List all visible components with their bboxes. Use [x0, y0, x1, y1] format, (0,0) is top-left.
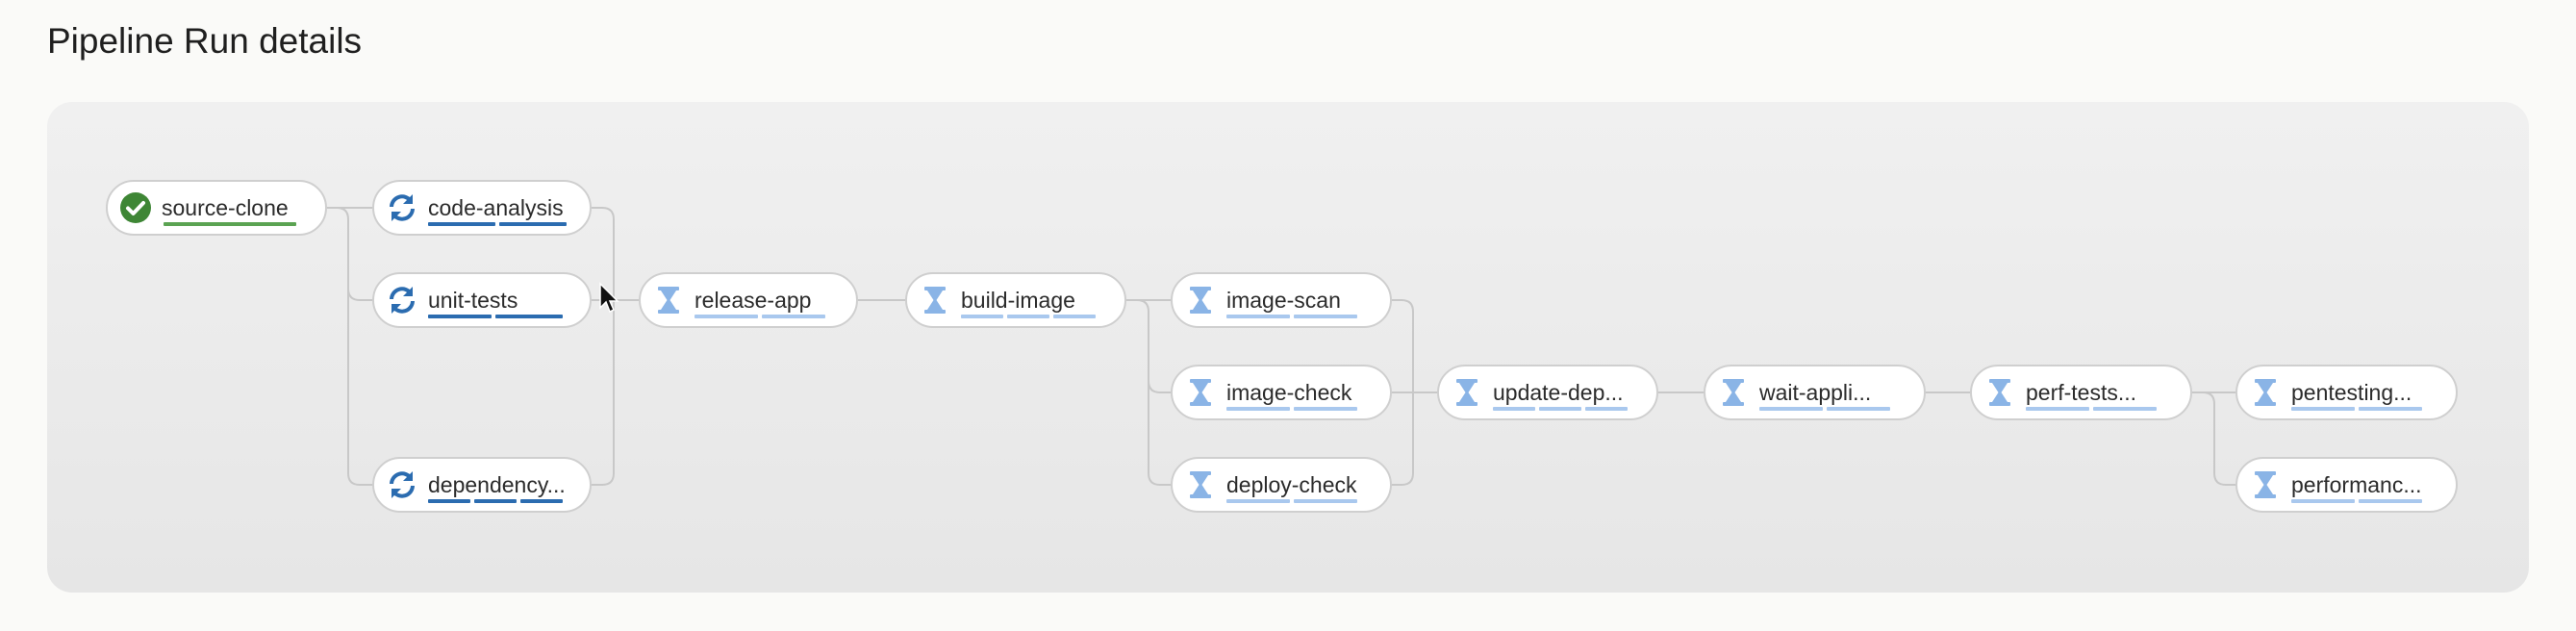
hourglass-icon: [2255, 379, 2276, 406]
progress-bar: [495, 315, 563, 318]
task-label: pentesting...: [2291, 379, 2412, 405]
progress-bar: [1294, 407, 1357, 411]
progress-bar: [1294, 315, 1357, 318]
hourglass-icon: [1723, 379, 1744, 406]
progress-bar: [1539, 407, 1581, 411]
hourglass-icon: [1190, 379, 1211, 406]
progress-bar: [1226, 499, 1290, 503]
task-wait-appli[interactable]: wait-appli...: [1704, 365, 1926, 420]
progress-bar: [695, 315, 758, 318]
progress-bar: [520, 499, 563, 503]
progress-bar: [1759, 407, 1823, 411]
hourglass-icon: [1190, 471, 1211, 498]
progress-bar: [1585, 407, 1628, 411]
sync-icon: [390, 287, 415, 314]
task-unit-tests[interactable]: unit-tests: [372, 272, 592, 328]
check-circle-icon: [120, 192, 151, 223]
hourglass-icon: [658, 287, 679, 314]
task-label: perf-tests...: [2026, 379, 2137, 405]
sync-icon: [390, 471, 415, 498]
progress-bar: [2093, 407, 2157, 411]
task-code-analysis[interactable]: code-analysis: [372, 180, 592, 236]
hourglass-icon: [924, 287, 946, 314]
progress-bar: [2026, 407, 2089, 411]
progress-bar: [762, 315, 825, 318]
progress-bar: [1493, 407, 1535, 411]
progress-bar: [1007, 315, 1049, 318]
task-label: update-dep...: [1493, 379, 1624, 405]
task-update-dep[interactable]: update-dep...: [1437, 365, 1658, 420]
task-source-clone[interactable]: source-clone: [106, 180, 327, 236]
task-label: build-image: [961, 287, 1075, 313]
task-label: image-scan: [1226, 287, 1341, 313]
task-image-check[interactable]: image-check: [1171, 365, 1392, 420]
task-label: performanc...: [2291, 471, 2422, 497]
progress-bar: [2359, 407, 2422, 411]
progress-bar: [428, 315, 492, 318]
task-label: wait-appli...: [1759, 379, 1872, 405]
task-image-scan[interactable]: image-scan: [1171, 272, 1392, 328]
task-label: release-app: [695, 287, 812, 313]
hourglass-icon: [1989, 379, 2010, 406]
task-label: image-check: [1226, 379, 1352, 405]
task-perf-tests[interactable]: perf-tests...: [1970, 365, 2192, 420]
task-release-app[interactable]: release-app: [639, 272, 858, 328]
task-build-image[interactable]: build-image: [905, 272, 1126, 328]
progress-bar: [1226, 407, 1290, 411]
progress-bar: [1053, 315, 1096, 318]
progress-bar: [1294, 499, 1357, 503]
progress-bar: [1827, 407, 1890, 411]
hourglass-icon: [1190, 287, 1211, 314]
hourglass-icon: [2255, 471, 2276, 498]
task-label: deploy-check: [1226, 471, 1357, 497]
task-pentesting[interactable]: pentesting...: [2235, 365, 2458, 420]
task-deploy-check[interactable]: deploy-check: [1171, 457, 1392, 513]
progress-bar: [2291, 499, 2355, 503]
hourglass-icon: [1456, 379, 1477, 406]
progress-bar: [961, 315, 1003, 318]
task-label: dependency...: [428, 471, 566, 497]
task-label: source-clone: [162, 194, 289, 220]
progress-bar: [428, 222, 495, 226]
mouse-pointer-icon: [599, 282, 619, 314]
progress-bar: [2359, 499, 2422, 503]
progress-bar: [474, 499, 517, 503]
progress-bar: [499, 222, 567, 226]
task-label: code-analysis: [428, 194, 564, 220]
progress-bar: [428, 499, 470, 503]
task-label: unit-tests: [428, 287, 518, 313]
task-dependency[interactable]: dependency...: [372, 457, 592, 513]
progress-bar: [164, 222, 296, 226]
progress-bar: [1226, 315, 1290, 318]
sync-icon: [390, 194, 415, 221]
progress-bar: [2291, 407, 2355, 411]
task-performanc[interactable]: performanc...: [2235, 457, 2458, 513]
